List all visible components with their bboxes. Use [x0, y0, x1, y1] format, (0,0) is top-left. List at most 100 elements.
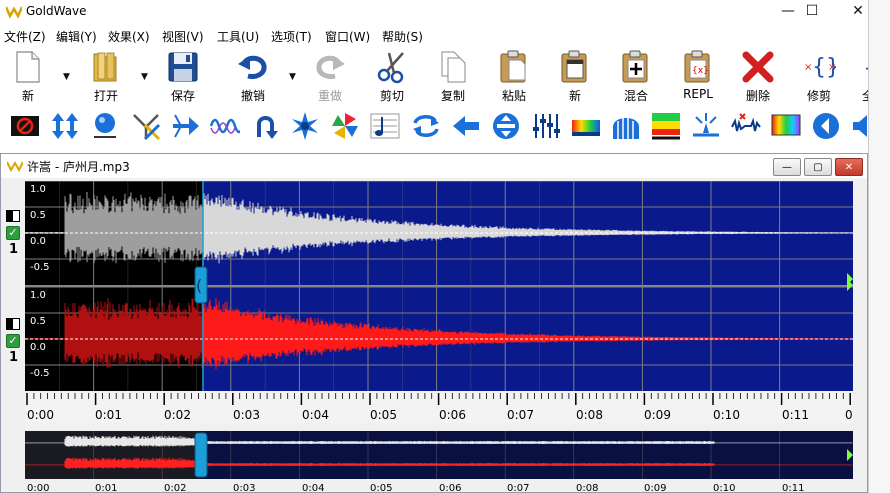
open-dropdown-arrow[interactable]: ▼	[141, 72, 148, 82]
vertical-arrows-button[interactable]	[50, 111, 80, 141]
trim-button[interactable]: × {} × 修剪	[801, 50, 837, 104]
vertical-scrollbar[interactable]	[868, 0, 890, 493]
timeline-label-0: 0:00	[27, 408, 54, 422]
timeline-label-10: 0:10	[713, 408, 740, 422]
overview-selection-handle[interactable]	[194, 432, 208, 478]
timeline-label-1: 0:01	[95, 408, 122, 422]
new-dropdown-arrow[interactable]: ▼	[63, 72, 70, 82]
title-bar: GoldWave — ☐ ✕	[0, 0, 890, 24]
channel-2-solo-toggle[interactable]	[6, 318, 20, 330]
menu-view[interactable]: 视图(V)	[162, 28, 204, 45]
save-button[interactable]: 保存	[165, 50, 201, 104]
svg-text:{x}: {x}	[692, 66, 709, 76]
sound-file-icon	[7, 160, 23, 172]
open-button[interactable]: 打开	[88, 50, 124, 104]
pinwheel-button[interactable]	[330, 111, 360, 141]
undo-button[interactable]: 撤销	[234, 50, 272, 104]
sound-window-minimize-button[interactable]: —	[773, 158, 801, 176]
ball-icon	[94, 113, 116, 138]
menu-effects[interactable]: 效果(X)	[108, 28, 150, 45]
equalizer-icon	[652, 113, 680, 140]
new-file-icon	[16, 51, 40, 83]
timeline-label-5: 0:05	[370, 408, 397, 422]
main-toolbar: 新 ▼ 打开 ▼ 保存 撤销 ▼ 重做 剪切 复制 粘贴 新 混合 {x} RE…	[0, 46, 890, 106]
sound-window-close-button[interactable]: ✕	[835, 158, 863, 176]
arch-filter-icon	[613, 118, 639, 139]
ch2-ytick-1: 1.0	[30, 290, 46, 301]
svg-text:(: (	[196, 276, 202, 295]
sound-window-titlebar[interactable]: 许嵩 - 庐州月.mp3 — ▢ ✕	[1, 154, 867, 178]
arch-filter-button[interactable]	[611, 111, 641, 141]
overview-label-8: 0:08	[576, 483, 598, 493]
mix-icon	[622, 50, 648, 83]
goldwave-logo-icon	[6, 6, 22, 19]
gear-star-icon	[292, 112, 318, 140]
menu-help[interactable]: 帮助(S)	[382, 28, 423, 45]
paste-icon	[500, 50, 526, 83]
delete-button[interactable]: 删除	[740, 50, 776, 104]
app-title: GoldWave	[26, 4, 87, 18]
swap-arrows-button[interactable]	[411, 111, 441, 141]
overview-label-6: 0:06	[439, 483, 461, 493]
cut-button[interactable]: 剪切	[374, 50, 410, 104]
gear-star-button[interactable]	[290, 111, 320, 141]
overview-label-10: 0:10	[713, 483, 735, 493]
loop-button[interactable]	[250, 111, 280, 141]
rainbow-button[interactable]	[771, 111, 801, 141]
menu-edit[interactable]: 编辑(Y)	[56, 28, 97, 45]
sound-window-restore-button[interactable]: ▢	[804, 158, 832, 176]
overview-label-11: 0:11	[782, 483, 804, 493]
sound-window-title: 许嵩 - 庐州月.mp3	[27, 160, 130, 174]
maximize-button[interactable]: ☐	[790, 0, 834, 22]
redo-button[interactable]: 重做	[312, 50, 348, 104]
noise-reduction-button[interactable]	[731, 111, 761, 141]
speaker-button[interactable]	[811, 111, 841, 141]
overview-label-3: 0:03	[233, 483, 255, 493]
channel-1-enable-checkbox[interactable]: ✓	[6, 226, 20, 240]
ch2-ytick-05: 0.5	[30, 316, 46, 327]
stop-button[interactable]	[10, 111, 40, 141]
paste-new-icon	[561, 50, 587, 83]
delete-icon	[742, 51, 774, 83]
compress-button[interactable]	[491, 111, 521, 141]
mix-button[interactable]: 混合	[618, 50, 654, 104]
channel-1-solo-toggle[interactable]	[6, 210, 20, 222]
paste-button[interactable]: 粘贴	[496, 50, 532, 104]
replace-button[interactable]: {x} REPL	[680, 50, 716, 104]
waveform-display[interactable]: 1.0 0.5 0.0 -0.5 1.0 0.5 0.0 -0.5 (0:00…	[25, 181, 853, 493]
menu-options[interactable]: 选项(T)	[271, 28, 312, 45]
music-note-button[interactable]	[370, 111, 400, 141]
copy-icon	[441, 51, 466, 83]
timeline-label-7: 0:07	[507, 408, 534, 422]
paste-new-button[interactable]: 新	[557, 50, 593, 104]
channel-2-enable-checkbox[interactable]: ✓	[6, 334, 20, 348]
undo-dropdown-arrow[interactable]: ▼	[289, 72, 296, 82]
merge-arrow-button[interactable]	[171, 111, 201, 141]
left-arrow-button[interactable]	[451, 111, 481, 141]
menu-window[interactable]: 窗口(W)	[325, 28, 370, 45]
wave-icon	[209, 118, 245, 134]
wave-button[interactable]	[209, 111, 245, 141]
mixer-sliders-icon	[533, 114, 560, 138]
swap-arrows-icon	[413, 115, 439, 137]
new-button[interactable]: 新	[10, 50, 46, 104]
copy-button[interactable]: 复制	[435, 50, 471, 104]
splash-button[interactable]	[691, 111, 721, 141]
merge-arrow-icon	[173, 114, 199, 138]
mixer-sliders-button[interactable]	[531, 111, 561, 141]
spectrum-bar-icon	[572, 120, 600, 136]
selection-handle[interactable]: (	[194, 266, 208, 304]
equalizer-button[interactable]	[651, 111, 681, 141]
spectrum-bar-button[interactable]	[571, 111, 601, 141]
channel-2-number: 1	[9, 350, 19, 365]
menu-file[interactable]: 文件(Z)	[4, 28, 46, 45]
menu-tools[interactable]: 工具(U)	[217, 28, 259, 45]
ball-button[interactable]	[90, 111, 120, 141]
vertical-arrows-icon	[52, 113, 78, 139]
timeline-label-12: 0	[845, 408, 853, 422]
overview-label-7: 0:07	[507, 483, 529, 493]
timeline-label-3: 0:03	[233, 408, 260, 422]
channel-controls: ✓ 1 ✓ 1	[2, 181, 24, 403]
trim-icon: × {} ×	[804, 55, 836, 80]
crossfade-button[interactable]	[131, 111, 161, 141]
